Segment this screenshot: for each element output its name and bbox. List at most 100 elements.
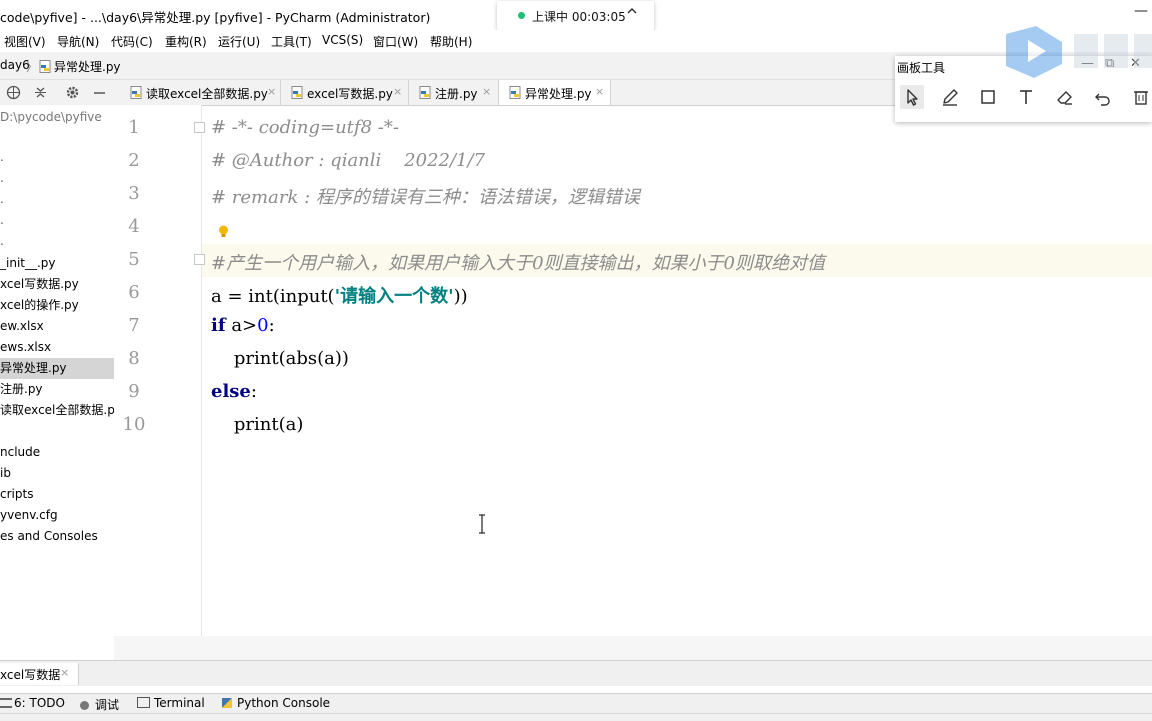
tree-item[interactable]: yvenv.cfg <box>0 505 114 526</box>
breadcrumb-separator: 〉 <box>26 60 39 74</box>
breadcrumb-file-label: 异常处理.py <box>54 60 121 74</box>
tree-item[interactable]: . <box>0 210 114 231</box>
editor-gutter: 1 2 3 4 5 6 7 8 9 10 <box>114 105 205 636</box>
run-tab-close-button[interactable]: × <box>60 666 69 679</box>
python-file-icon <box>509 86 521 99</box>
project-tree: D:\pycode\pyfive . . . . . _init__.py xc… <box>0 105 115 660</box>
todo-button[interactable]: 6: TODO <box>0 696 65 710</box>
trash-icon[interactable] <box>1129 85 1152 109</box>
tab-close-button[interactable]: × <box>482 85 491 98</box>
tab-label: excel写数据.py <box>307 87 393 101</box>
code-line-9[interactable]: else: <box>211 381 257 402</box>
live-class-timer: 上课中 00:03:05 <box>532 10 626 24</box>
tab-exception-handling[interactable]: 异常处理.py × <box>499 80 611 105</box>
menu-run[interactable]: 运行(U) <box>218 33 260 50</box>
menu-help[interactable]: 帮助(H) <box>430 33 472 50</box>
run-tab-bar: xcel写数据 × <box>0 660 1152 687</box>
code-line-7[interactable]: if a>0: <box>211 315 275 336</box>
terminal-button[interactable]: Terminal <box>137 696 205 710</box>
tree-item[interactable]: ews.xlsx <box>0 337 114 358</box>
tab-label: 异常处理.py <box>525 87 592 101</box>
list-icon <box>0 698 12 708</box>
code-token: : <box>250 381 257 402</box>
keyword-if: if <box>211 315 226 336</box>
code-line-10[interactable]: print(a) <box>211 414 304 435</box>
menu-window[interactable]: 窗口(W) <box>373 33 418 50</box>
drawing-panel-title: 画板工具 <box>897 61 946 75</box>
menu-tools[interactable]: 工具(T) <box>271 33 312 50</box>
run-tab[interactable]: xcel写数据 × <box>0 663 79 685</box>
tab-excel-write[interactable]: excel写数据.py × <box>281 80 409 105</box>
line-number: 1 <box>128 117 140 138</box>
code-line-5[interactable]: #产生一个用户输入，如果用户输入大于0则直接输出，如果小于0则取绝对值 <box>211 249 825 275</box>
tree-item[interactable]: _init__.py <box>0 253 114 274</box>
menu-code[interactable]: 代码(C) <box>111 33 153 50</box>
tab-close-button[interactable]: × <box>267 85 276 98</box>
tree-item[interactable]: . <box>0 231 114 252</box>
menu-refactor[interactable]: 重构(R) <box>165 33 207 50</box>
menu-view[interactable]: 视图(V) <box>4 33 46 50</box>
gear-icon[interactable] <box>65 85 80 100</box>
debug-label: 调试 <box>95 698 120 712</box>
tree-item[interactable]: . <box>0 168 114 189</box>
todo-label: 6: TODO <box>14 696 65 710</box>
tree-item[interactable]: xcel写数据.py <box>0 274 114 295</box>
tree-item[interactable]: . <box>0 189 114 210</box>
menu-navigate[interactable]: 导航(N) <box>57 33 99 50</box>
tree-item[interactable]: . <box>0 147 114 168</box>
panel-restore-button[interactable]: ⧉ <box>1105 56 1114 71</box>
live-class-status[interactable]: 上课中 00:03:05 <box>497 1 654 30</box>
python-file-icon <box>291 86 303 99</box>
tree-item[interactable]: ew.xlsx <box>0 316 114 337</box>
python-file-icon <box>419 86 431 99</box>
terminal-icon <box>137 697 150 708</box>
project-root-path[interactable]: D:\pycode\pyfive <box>0 107 114 128</box>
code-line-8[interactable]: print(abs(a)) <box>211 348 349 369</box>
tree-item[interactable]: nclude <box>0 442 114 463</box>
tab-close-button[interactable]: × <box>393 85 402 98</box>
breadcrumb-file[interactable]: 异常处理.py <box>39 58 121 75</box>
tree-item-selected[interactable]: 异常处理.py <box>0 358 114 379</box>
python-console-label: Python Console <box>237 696 331 710</box>
collapse-icon[interactable] <box>33 85 48 100</box>
undo-icon[interactable] <box>1091 85 1115 109</box>
hide-icon[interactable] <box>92 85 107 100</box>
tab-close-button[interactable]: × <box>595 85 604 98</box>
number-literal: 0 <box>257 315 269 336</box>
text-icon[interactable] <box>1014 85 1038 109</box>
lightbulb-icon[interactable] <box>218 225 229 239</box>
pointer-icon[interactable] <box>900 85 924 109</box>
run-tab-label: xcel写数据 <box>0 668 61 682</box>
rectangle-icon[interactable] <box>976 85 1000 109</box>
tree-item[interactable]: 读取excel全部数据.py <box>0 400 114 421</box>
chevron-up-icon[interactable] <box>626 5 638 17</box>
code-line-2[interactable]: # @Author : qianli 2022/1/7 <box>211 150 485 171</box>
tree-item[interactable]: es and Consoles <box>0 526 114 547</box>
python-icon <box>222 698 232 708</box>
minimize-button[interactable]: — <box>1134 3 1152 25</box>
eraser-icon[interactable] <box>1053 85 1077 109</box>
menu-vcs[interactable]: VCS(S) <box>322 33 363 47</box>
code-line-1[interactable]: # -*- coding=utf8 -*- <box>211 117 399 138</box>
globe-icon[interactable] <box>6 85 21 100</box>
code-line-6[interactable]: a = int(input('请输入一个数')) <box>211 282 468 308</box>
line-number: 2 <box>128 150 140 171</box>
tree-item[interactable]: xcel的操作.py <box>0 295 114 316</box>
tab-label: 注册.py <box>435 87 478 101</box>
python-console-button[interactable]: Python Console <box>222 696 330 710</box>
tab-register[interactable]: 注册.py × <box>409 80 499 105</box>
fold-marker[interactable] <box>194 122 205 133</box>
window-title: code\pyfive] - ...\day6\异常处理.py [pyfive]… <box>0 10 431 25</box>
tree-item[interactable]: ib <box>0 463 114 484</box>
debug-button[interactable]: 调试 <box>80 696 119 713</box>
line-number: 4 <box>128 216 140 237</box>
panel-minimize-button[interactable]: — <box>1081 56 1094 71</box>
fold-marker[interactable] <box>194 254 205 265</box>
tab-read-excel[interactable]: 读取excel全部数据.py × <box>120 80 281 105</box>
tree-item[interactable]: 注册.py <box>0 379 114 400</box>
code-line-3[interactable]: # remark : 程序的错误有三种：语法错误，逻辑错误 <box>211 183 640 209</box>
text-cursor-icon <box>479 514 485 534</box>
pen-icon[interactable] <box>938 85 962 109</box>
panel-close-button[interactable]: ✕ <box>1130 56 1141 71</box>
tree-item[interactable]: cripts <box>0 484 114 505</box>
